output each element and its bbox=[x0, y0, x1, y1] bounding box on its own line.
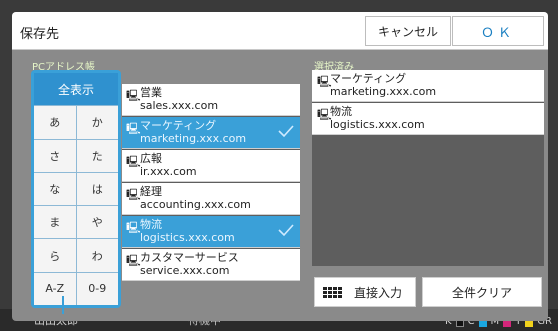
index-key-na[interactable]: な bbox=[34, 172, 76, 206]
address-name: 経理 bbox=[140, 185, 162, 198]
address-item-service[interactable]: 🖳 カスタマーサービス service.xxx.com bbox=[122, 249, 300, 281]
index-all-button[interactable]: 全表示 bbox=[34, 73, 118, 106]
pc-icon: 🖳 bbox=[126, 221, 141, 234]
address-email: sales.xxx.com bbox=[140, 99, 219, 112]
address-item-marketing[interactable]: 🖳 マーケティング marketing.xxx.com bbox=[122, 117, 300, 149]
pc-icon: 🖳 bbox=[317, 108, 332, 121]
pc-icon: 🖳 bbox=[126, 254, 141, 267]
check-icon bbox=[278, 125, 294, 138]
dialog-title: 保存先 bbox=[20, 27, 60, 42]
index-key-ma[interactable]: ま bbox=[34, 206, 76, 239]
ok-button[interactable]: ＯＫ bbox=[452, 16, 544, 46]
index-key-ha[interactable]: は bbox=[76, 172, 118, 206]
pc-icon: 🖳 bbox=[126, 188, 141, 201]
index-key-ra[interactable]: ら bbox=[34, 239, 76, 272]
selected-item-marketing[interactable]: 🖳 マーケティング marketing.xxx.com bbox=[312, 70, 544, 102]
address-name: 物流 bbox=[140, 218, 162, 231]
index-pointer-line bbox=[62, 296, 64, 314]
index-key-ya[interactable]: や bbox=[76, 206, 118, 239]
pc-icon: 🖳 bbox=[126, 89, 141, 102]
address-item-ir[interactable]: 🖳 広報 ir.xxx.com bbox=[122, 150, 300, 182]
pc-icon: 🖳 bbox=[126, 155, 141, 168]
address-email: accounting.xxx.com bbox=[140, 198, 251, 211]
address-email: marketing.xxx.com bbox=[140, 132, 247, 145]
address-list[interactable]: 🖳 営業 sales.xxx.com 🖳 マーケティング marketing.x… bbox=[122, 84, 300, 281]
selected-list[interactable]: 🖳 マーケティング marketing.xxx.com 🖳 物流 logisti… bbox=[312, 70, 544, 266]
index-key-sa[interactable]: さ bbox=[34, 139, 76, 172]
clear-all-button[interactable]: 全件クリア bbox=[422, 277, 542, 307]
selected-name: 物流 bbox=[330, 105, 352, 118]
index-grid: 全表示 あ か さ た な は ま や ら わ A-Z 0-9 bbox=[34, 73, 118, 305]
dialog-header: 保存先 キャンセル ＯＫ bbox=[12, 12, 548, 50]
address-item-sales[interactable]: 🖳 営業 sales.xxx.com bbox=[122, 84, 300, 116]
index-panel: 全表示 あ か さ た な は ま や ら わ A-Z 0-9 bbox=[31, 70, 121, 308]
direct-input-label: 直接入力 bbox=[354, 285, 403, 300]
index-key-wa[interactable]: わ bbox=[76, 239, 118, 272]
index-key-09[interactable]: 0-9 bbox=[76, 272, 118, 305]
check-icon bbox=[278, 224, 294, 237]
address-item-accounting[interactable]: 🖳 経理 accounting.xxx.com bbox=[122, 183, 300, 215]
address-name: カスタマーサービス bbox=[140, 251, 239, 264]
address-email: ir.xxx.com bbox=[140, 165, 197, 178]
index-key-ka[interactable]: か bbox=[76, 106, 118, 139]
selected-email: logistics.xxx.com bbox=[330, 118, 425, 131]
destination-dialog: 保存先 キャンセル ＯＫ PCアドレス帳 選択済み 全表示 あ か さ た な … bbox=[12, 12, 548, 321]
address-name: マーケティング bbox=[140, 119, 217, 132]
selected-name: マーケティング bbox=[330, 72, 407, 85]
pc-icon: 🖳 bbox=[126, 122, 141, 135]
cancel-button[interactable]: キャンセル bbox=[365, 16, 451, 46]
index-key-az[interactable]: A-Z bbox=[34, 272, 76, 305]
address-name: 広報 bbox=[140, 152, 162, 165]
selected-email: marketing.xxx.com bbox=[330, 85, 437, 98]
direct-input-button[interactable]: 直接入力 bbox=[314, 277, 416, 307]
address-email: logistics.xxx.com bbox=[140, 231, 235, 244]
address-name: 営業 bbox=[140, 86, 162, 99]
address-email: service.xxx.com bbox=[140, 264, 230, 277]
keypad-icon bbox=[323, 286, 342, 298]
index-key-ta[interactable]: た bbox=[76, 139, 118, 172]
selected-item-logistics[interactable]: 🖳 物流 logistics.xxx.com bbox=[312, 103, 544, 135]
pc-icon: 🖳 bbox=[317, 75, 332, 88]
index-key-a[interactable]: あ bbox=[34, 106, 76, 139]
address-item-logistics[interactable]: 🖳 物流 logistics.xxx.com bbox=[122, 216, 300, 248]
